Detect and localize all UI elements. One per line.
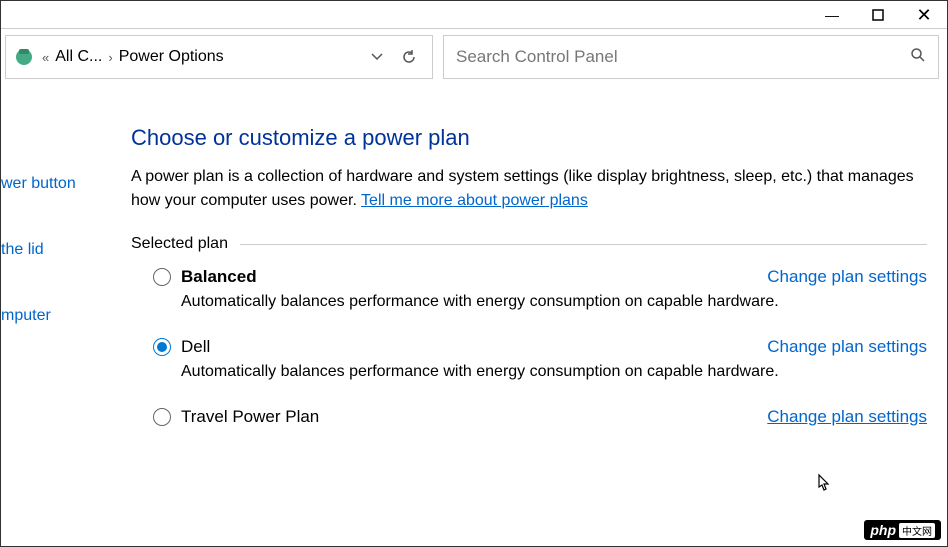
plan-description: Automatically balances performance with … — [181, 363, 927, 381]
sidebar: wer button the lid mputer — [1, 85, 91, 546]
radio-dell[interactable] — [153, 338, 171, 356]
maximize-button[interactable] — [855, 1, 901, 29]
sidebar-item-computer[interactable]: mputer — [1, 307, 91, 325]
learn-more-link[interactable]: Tell me more about power plans — [361, 192, 588, 209]
radio-travel[interactable] — [153, 408, 171, 426]
search-input[interactable] — [456, 47, 910, 67]
change-settings-dell[interactable]: Change plan settings — [767, 337, 927, 357]
window-titlebar: — ✕ — [1, 1, 947, 29]
control-panel-icon — [12, 45, 36, 69]
sidebar-item-lid[interactable]: the lid — [1, 241, 91, 259]
main-content: Choose or customize a power plan A power… — [91, 85, 947, 546]
plan-travel: Travel Power Plan Change plan settings — [131, 407, 927, 427]
plan-name[interactable]: Balanced — [181, 267, 257, 287]
plan-dell: Dell Change plan settings Automatically … — [131, 337, 927, 381]
divider — [240, 244, 927, 245]
close-button[interactable]: ✕ — [901, 1, 947, 29]
chevron-right-icon: › — [108, 50, 112, 65]
plan-description: Automatically balances performance with … — [181, 293, 927, 311]
plan-name[interactable]: Dell — [181, 337, 210, 357]
breadcrumb[interactable]: « All C... › Power Options — [5, 35, 433, 79]
plan-name[interactable]: Travel Power Plan — [181, 407, 319, 427]
maximize-icon — [872, 9, 884, 21]
page-description: A power plan is a collection of hardware… — [131, 165, 927, 213]
sidebar-item-power-button[interactable]: wer button — [1, 175, 91, 193]
page-title: Choose or customize a power plan — [131, 125, 927, 151]
history-dropdown[interactable] — [364, 44, 390, 70]
breadcrumb-item-all[interactable]: All C... — [55, 48, 102, 66]
plan-balanced: Balanced Change plan settings Automatica… — [131, 267, 927, 311]
toolbar: « All C... › Power Options — [1, 29, 947, 85]
refresh-button[interactable] — [396, 44, 422, 70]
radio-balanced[interactable] — [153, 268, 171, 286]
search-icon[interactable] — [910, 47, 926, 68]
search-box[interactable] — [443, 35, 939, 79]
watermark: php 中文网 — [864, 520, 941, 540]
minimize-button[interactable]: — — [809, 1, 855, 29]
breadcrumb-item-power-options[interactable]: Power Options — [119, 48, 224, 66]
breadcrumb-back-icon: « — [42, 50, 49, 65]
refresh-icon — [401, 49, 417, 65]
section-selected-plan: Selected plan — [131, 235, 927, 253]
change-settings-balanced[interactable]: Change plan settings — [767, 267, 927, 287]
chevron-down-icon — [371, 51, 383, 63]
change-settings-travel[interactable]: Change plan settings — [767, 407, 927, 427]
